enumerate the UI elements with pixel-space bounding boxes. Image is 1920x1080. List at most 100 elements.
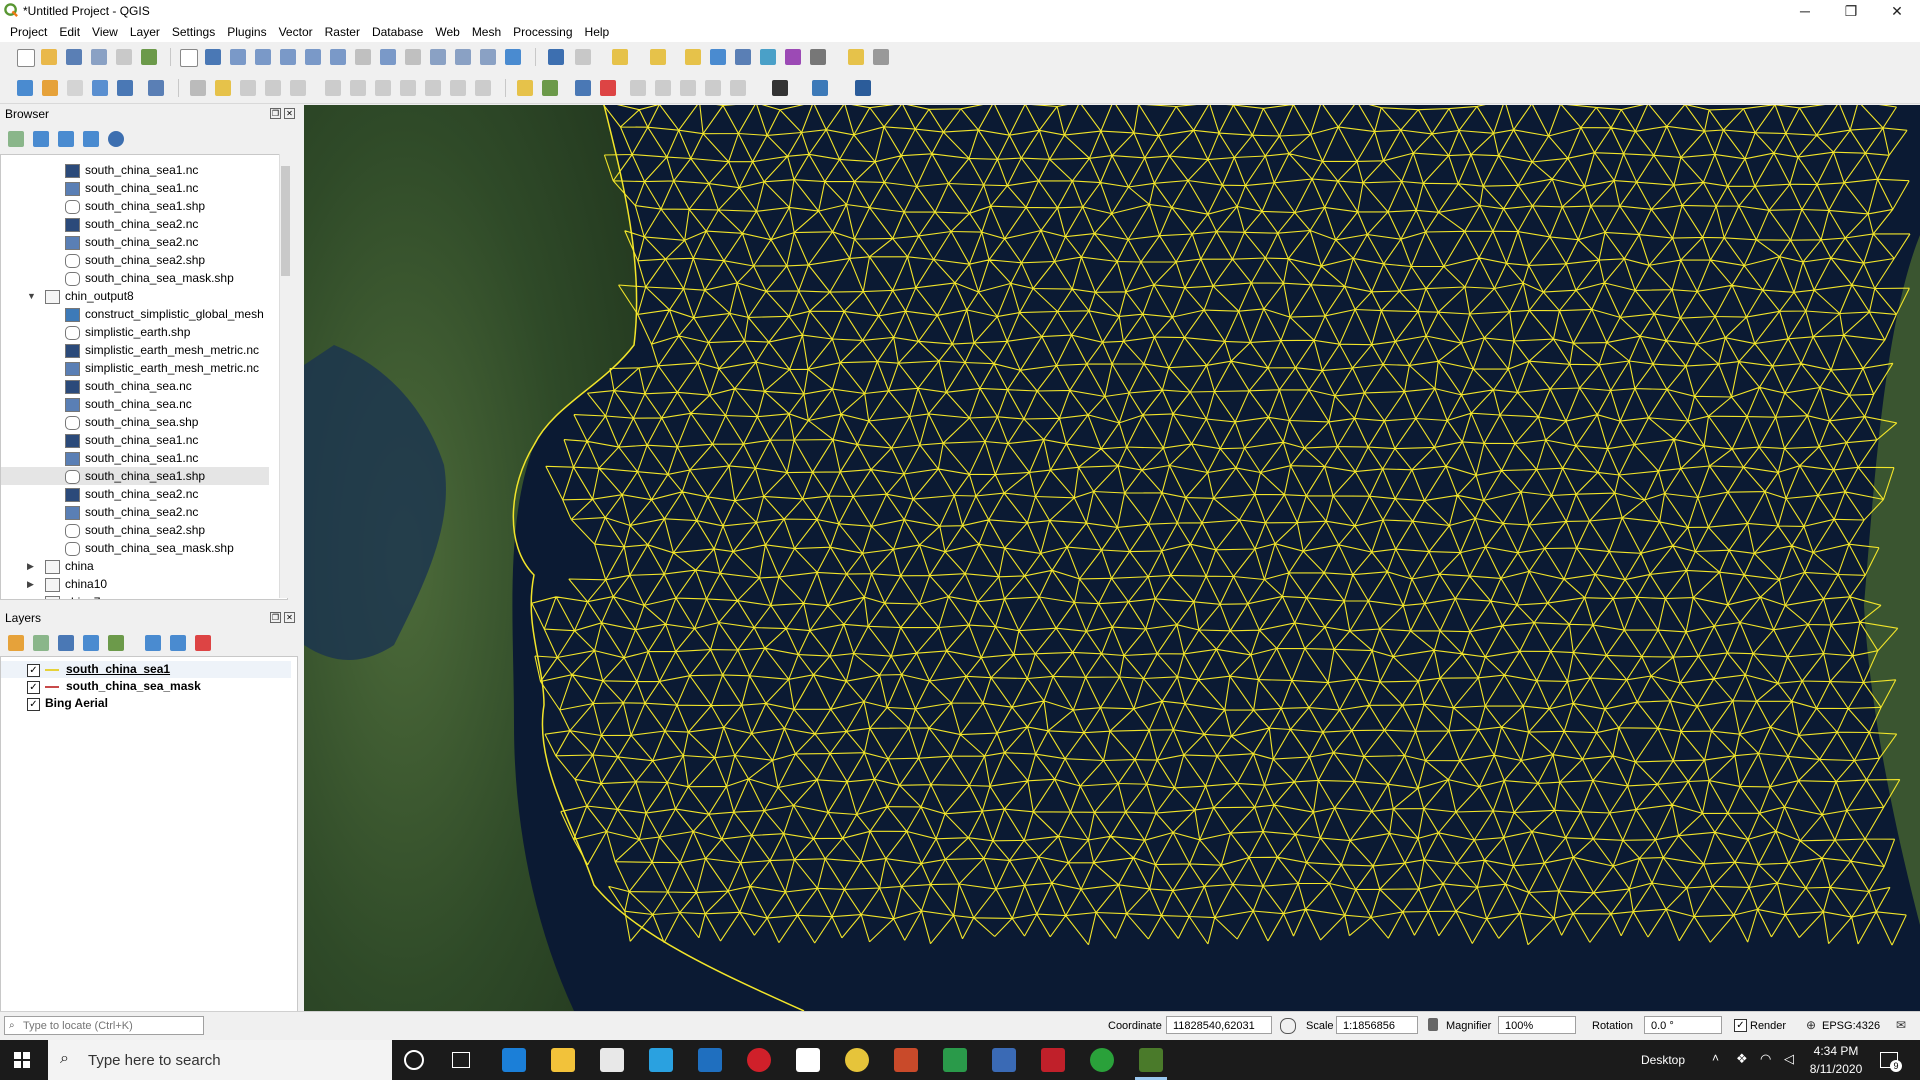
layer-row[interactable]: ✓ south_china_sea1 — [1, 661, 291, 678]
cut-features-icon[interactable] — [375, 80, 391, 96]
label-icon[interactable] — [517, 80, 533, 96]
task-view-icon[interactable] — [452, 1052, 470, 1068]
file-explorer-icon[interactable] — [551, 1048, 575, 1072]
browser-item[interactable]: south_china_sea1.nc — [1, 431, 269, 449]
layer-visibility-checkbox[interactable]: ✓ — [27, 664, 40, 677]
expand-all-icon[interactable] — [145, 635, 161, 651]
render-checkbox[interactable]: ✓ — [1734, 1019, 1747, 1032]
clock-date[interactable]: 8/11/2020 — [1806, 1062, 1866, 1076]
new-map-view-icon[interactable] — [430, 49, 446, 65]
metasearch-icon[interactable] — [855, 80, 871, 96]
crs-button[interactable]: EPSG:4326 — [1822, 1020, 1880, 1032]
processing-toolbox-icon[interactable] — [760, 49, 776, 65]
select-features-icon[interactable] — [612, 49, 628, 65]
float-layers-panel-icon[interactable]: ❐ — [270, 612, 281, 623]
delete-selected-icon[interactable] — [350, 80, 366, 96]
browser-item[interactable]: ▼ chin_output8 — [1, 287, 269, 305]
close-button[interactable]: ✕ — [1874, 0, 1920, 22]
browser-item[interactable]: ▶ china — [1, 557, 269, 575]
sync-app-icon[interactable] — [1090, 1048, 1114, 1072]
browser-item[interactable]: ▶ china7 — [1, 593, 269, 599]
deselect-icon[interactable] — [685, 49, 701, 65]
map-canvas[interactable] — [304, 105, 1920, 1011]
menu-processing[interactable]: Processing — [507, 22, 578, 42]
browser-item[interactable]: simplistic_earth_mesh_metric.nc — [1, 359, 269, 377]
manage-themes-icon[interactable] — [58, 635, 74, 651]
copy-features-icon[interactable] — [400, 80, 416, 96]
notepad-app-icon[interactable] — [796, 1048, 820, 1072]
desktop-toolbar-label[interactable]: Desktop — [1641, 1053, 1685, 1067]
add-group-icon[interactable] — [33, 635, 49, 651]
current-edits-icon[interactable] — [190, 80, 206, 96]
layer-labeling-icon[interactable] — [542, 80, 558, 96]
locator-input[interactable] — [4, 1016, 204, 1035]
field-calculator-icon[interactable] — [735, 49, 751, 65]
browser-item[interactable]: south_china_sea1.shp — [1, 467, 269, 485]
filezilla-app-icon[interactable] — [1041, 1048, 1065, 1072]
network-app-icon[interactable] — [992, 1048, 1016, 1072]
show-hide-label-icon[interactable] — [655, 80, 671, 96]
digitize-icon[interactable] — [265, 80, 281, 96]
rotation-field[interactable]: 0.0 ° — [1644, 1016, 1722, 1034]
statistics-icon[interactable] — [785, 49, 801, 65]
browser-item[interactable]: south_china_sea2.nc — [1, 215, 269, 233]
style-manager-icon[interactable] — [141, 49, 157, 65]
python-console-icon[interactable] — [812, 80, 828, 96]
messages-icon[interactable]: ✉ — [1896, 1018, 1906, 1032]
map-tips-icon[interactable] — [848, 49, 864, 65]
measure-icon[interactable] — [810, 49, 826, 65]
text-annotation-icon[interactable] — [873, 49, 889, 65]
plugin-icon[interactable] — [772, 80, 788, 96]
diagram-icon[interactable] — [575, 80, 591, 96]
pan-map-icon[interactable] — [180, 49, 198, 67]
opera-app-icon[interactable] — [747, 1048, 771, 1072]
menu-vector[interactable]: Vector — [273, 22, 319, 42]
browser-item[interactable]: south_china_sea1.nc — [1, 161, 269, 179]
menu-project[interactable]: Project — [0, 22, 53, 42]
chevron-down-icon[interactable]: ▼ — [27, 287, 36, 305]
save-edits-icon[interactable] — [240, 80, 256, 96]
browser-item[interactable]: south_china_sea2.nc — [1, 485, 269, 503]
browser-item[interactable]: south_china_sea1.nc — [1, 449, 269, 467]
browser-scrollbar[interactable] — [279, 154, 292, 598]
save-as-icon[interactable] — [91, 49, 107, 65]
browser-item[interactable]: south_china_sea2.nc — [1, 233, 269, 251]
open-styling-icon[interactable] — [8, 635, 24, 651]
collapse-all-icon[interactable] — [83, 131, 99, 147]
menu-edit[interactable]: Edit — [53, 22, 86, 42]
browser-item[interactable]: south_china_sea.nc — [1, 395, 269, 413]
new-shapefile-icon[interactable] — [67, 80, 83, 96]
clock-time[interactable]: 4:34 PM — [1806, 1044, 1866, 1058]
bookmark-icon[interactable] — [455, 49, 471, 65]
add-selected-layers-icon[interactable] — [8, 131, 24, 147]
close-layers-panel-icon[interactable]: ✕ — [284, 612, 295, 623]
new-project-icon[interactable] — [17, 49, 35, 67]
zoom-out-icon[interactable] — [255, 49, 271, 65]
new-geopackage-icon[interactable] — [42, 80, 58, 96]
close-panel-icon[interactable]: ✕ — [284, 108, 295, 119]
menu-layer[interactable]: Layer — [124, 22, 166, 42]
identify-icon[interactable] — [548, 49, 564, 65]
menu-raster[interactable]: Raster — [319, 22, 366, 42]
zoom-next-icon[interactable] — [405, 49, 421, 65]
vertex-tool-icon[interactable] — [290, 80, 306, 96]
lync-app-icon[interactable] — [649, 1048, 673, 1072]
browser-item[interactable]: south_china_sea2.shp — [1, 521, 269, 539]
refresh-browser-icon[interactable] — [33, 131, 49, 147]
toggle-extents-icon[interactable] — [1280, 1018, 1296, 1034]
magnifier-field[interactable]: 100% — [1498, 1016, 1576, 1034]
filter-browser-icon[interactable] — [58, 131, 74, 147]
coordinate-field[interactable]: 11828540,62031 — [1166, 1016, 1272, 1034]
chrome-app-icon[interactable] — [845, 1048, 869, 1072]
minimize-button[interactable]: ─ — [1782, 0, 1828, 22]
new-temp-layer-icon[interactable] — [117, 80, 133, 96]
move-label-icon[interactable] — [680, 80, 696, 96]
browser-item[interactable]: south_china_sea1.nc — [1, 179, 269, 197]
browser-item[interactable]: south_china_sea2.shp — [1, 251, 269, 269]
edge-app-icon[interactable] — [502, 1048, 526, 1072]
remove-layer-icon[interactable] — [195, 635, 211, 651]
volume-icon[interactable]: ◁ — [1784, 1051, 1794, 1067]
open-project-icon[interactable] — [41, 49, 57, 65]
redo-icon[interactable] — [475, 80, 491, 96]
browser-item[interactable]: south_china_sea.nc — [1, 377, 269, 395]
